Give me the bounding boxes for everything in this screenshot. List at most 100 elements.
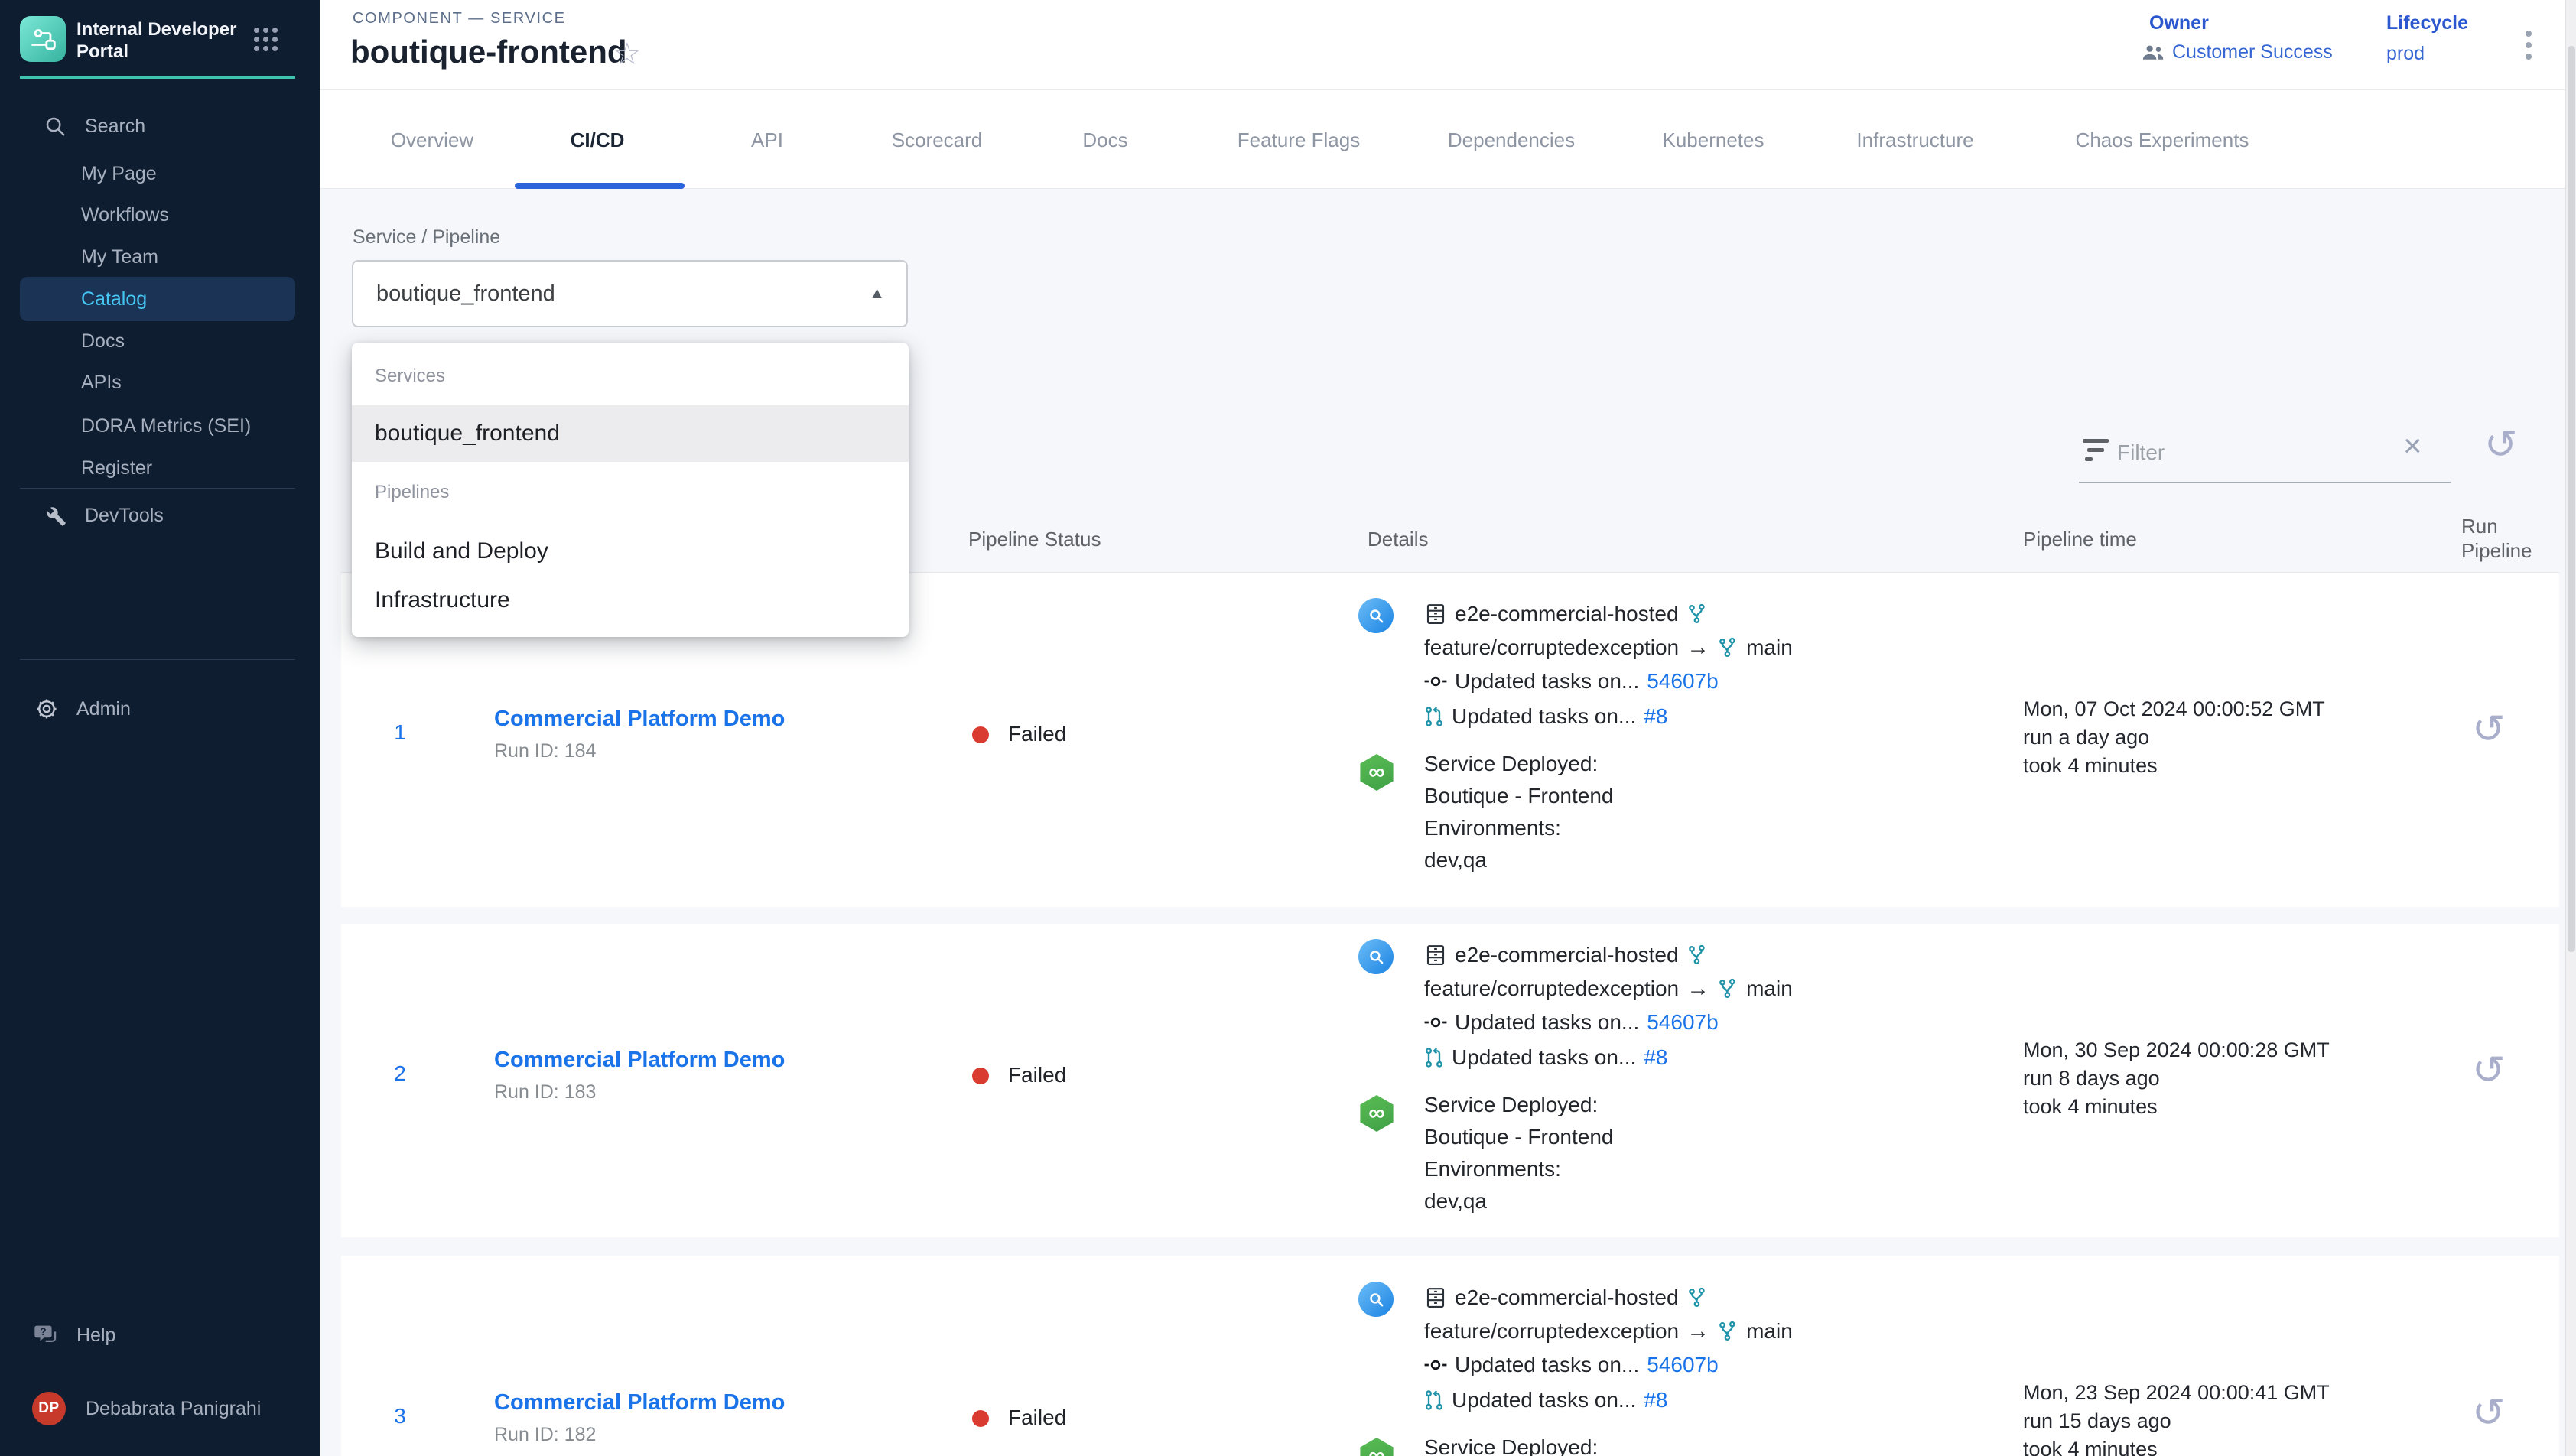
- sidebar-item-help[interactable]: ? Help: [0, 1315, 320, 1356]
- page-title: boutique-frontend: [350, 34, 627, 70]
- search-icon: [42, 115, 68, 138]
- lifecycle-label: Lifecycle: [2386, 12, 2468, 34]
- user-avatar: DP: [32, 1392, 66, 1425]
- repo-name: e2e-commercial-hosted: [1455, 1285, 1679, 1310]
- sidebar-item-register[interactable]: Register: [0, 447, 320, 489]
- sidebar-item-label: My Page: [81, 163, 157, 185]
- dropdown-option-infrastructure[interactable]: Infrastructure: [352, 581, 909, 619]
- pr-message: Updated tasks on...: [1452, 1388, 1636, 1412]
- sidebar-item-label: Workflows: [81, 204, 169, 226]
- tab-docs[interactable]: Docs: [1082, 128, 1127, 152]
- sidebar-item-workflows[interactable]: Workflows: [0, 194, 320, 236]
- tab-scorecard[interactable]: Scorecard: [892, 128, 983, 152]
- sidebar: Internal Developer Portal Search My Page…: [0, 0, 320, 1456]
- lifecycle-value-wrap: prod: [2386, 43, 2425, 65]
- branch-icon: [1686, 1287, 1708, 1308]
- sidebar-item-label: Search: [85, 115, 145, 138]
- sidebar-item-apis[interactable]: APIs: [0, 362, 320, 403]
- run-number: 3: [382, 1404, 418, 1428]
- owner-link[interactable]: Customer Success: [2142, 41, 2333, 63]
- service-pipeline-dropdown: Services boutique_frontend Pipelines Bui…: [352, 343, 909, 637]
- dropdown-group-services: Services: [375, 366, 445, 387]
- screen: Internal Developer Portal Search My Page…: [0, 0, 2576, 1456]
- service-pipeline-select[interactable]: boutique_frontend ▲: [352, 260, 908, 327]
- tab-chaos-experiments[interactable]: Chaos Experiments: [2076, 128, 2249, 152]
- commit-message: Updated tasks on...: [1455, 1353, 1639, 1377]
- dropdown-group-pipelines: Pipelines: [375, 482, 449, 503]
- owner-value: Customer Success: [2172, 41, 2333, 63]
- rerun-pipeline-button[interactable]: ↺: [2472, 1393, 2506, 1433]
- sidebar-item-label: DORA Metrics (SEI): [81, 415, 251, 437]
- sidebar-item-devtools[interactable]: DevTools: [0, 495, 320, 536]
- status-failed-dot: [972, 1410, 989, 1427]
- active-tab-underline: [515, 183, 685, 189]
- tab-api[interactable]: API: [751, 128, 783, 152]
- favorite-star-icon[interactable]: ☆: [613, 37, 641, 72]
- scrollbar-thumb[interactable]: [2568, 46, 2575, 952]
- tab-dependencies[interactable]: Dependencies: [1448, 128, 1575, 152]
- select-value: boutique_frontend: [376, 281, 555, 307]
- lifecycle-value: prod: [2386, 43, 2425, 65]
- caret-up-icon: ▲: [869, 284, 885, 303]
- pull-request-icon: [1424, 1389, 1444, 1411]
- branch-icon: [1717, 1321, 1738, 1342]
- dropdown-option-build-and-deploy[interactable]: Build and Deploy: [352, 532, 909, 570]
- sidebar-item-admin[interactable]: Admin: [0, 688, 320, 730]
- help-chat-icon: ?: [34, 1322, 60, 1348]
- wrench-icon: [42, 504, 68, 527]
- sidebar-item-label: Admin: [76, 698, 131, 720]
- status-label: Failed: [1008, 1406, 1066, 1430]
- row-3-content: 3 Commercial Platform Demo Run ID: 182 F…: [0, 0, 2576, 1456]
- sidebar-item-label: Catalog: [81, 288, 147, 310]
- vertical-scrollbar[interactable]: [2565, 0, 2576, 1456]
- sidebar-item-label: My Team: [81, 246, 158, 268]
- commit-sha-link[interactable]: 54607b: [1647, 1353, 1718, 1377]
- apps-grid-icon[interactable]: [254, 28, 278, 51]
- tab-overview[interactable]: Overview: [391, 128, 473, 152]
- sidebar-divider: [20, 659, 295, 660]
- sidebar-item-search[interactable]: Search: [0, 106, 320, 147]
- more-options-kebab-icon[interactable]: [2522, 28, 2535, 63]
- user-name: Debabrata Panigrahi: [86, 1398, 261, 1420]
- sidebar-item-label: Register: [81, 457, 152, 479]
- tab-cicd[interactable]: CI/CD: [571, 128, 625, 152]
- run-time-took: took 4 minutes: [2023, 1438, 2158, 1456]
- sidebar-item-label: Help: [76, 1324, 115, 1347]
- sidebar-divider: [20, 488, 295, 489]
- deployed-label: Service Deployed:: [1424, 1433, 1598, 1456]
- pipeline-name-link[interactable]: Commercial Platform Demo: [494, 1390, 785, 1415]
- sidebar-item-label: Docs: [81, 330, 125, 353]
- infinity-glyph: ∞: [1368, 1443, 1384, 1456]
- pr-number-link[interactable]: #8: [1644, 1388, 1667, 1412]
- sidebar-item-catalog[interactable]: Catalog: [20, 277, 295, 321]
- gear-icon: [34, 697, 60, 721]
- cd-stage-icon: ∞: [1358, 1438, 1395, 1456]
- sidebar-item-label: DevTools: [85, 505, 164, 527]
- app-title: Internal Developer Portal: [76, 18, 249, 63]
- breadcrumb: COMPONENT — SERVICE: [353, 10, 566, 28]
- tab-feature-flags[interactable]: Feature Flags: [1238, 128, 1360, 152]
- svg-text:?: ?: [40, 1326, 46, 1337]
- sidebar-item-label: APIs: [81, 372, 122, 394]
- repository-icon: [1424, 1286, 1447, 1309]
- tab-infrastructure[interactable]: Infrastructure: [1856, 128, 1973, 152]
- people-icon: [2142, 44, 2165, 62]
- commit-icon: [1424, 1355, 1447, 1375]
- target-branch: main: [1746, 1319, 1793, 1344]
- ci-stage-icon: [1358, 1282, 1394, 1317]
- header-divider: [320, 89, 2565, 90]
- user-menu[interactable]: DP Debabrata Panigrahi: [0, 1388, 320, 1429]
- owner-label: Owner: [2149, 12, 2209, 34]
- sidebar-accent-divider: [20, 76, 295, 79]
- sidebar-item-dora-metrics[interactable]: DORA Metrics (SEI): [0, 405, 320, 447]
- sidebar-item-my-page[interactable]: My Page: [0, 153, 320, 194]
- sidebar-item-my-team[interactable]: My Team: [0, 236, 320, 278]
- arrow-right-icon: →: [1686, 1318, 1709, 1344]
- app-logo-icon[interactable]: [20, 16, 66, 62]
- sidebar-item-docs[interactable]: Docs: [0, 320, 320, 362]
- run-id: Run ID: 182: [494, 1424, 596, 1446]
- dropdown-option-boutique-frontend[interactable]: boutique_frontend: [352, 405, 909, 462]
- tab-kubernetes[interactable]: Kubernetes: [1663, 128, 1764, 152]
- run-time-ago: run 15 days ago: [2023, 1409, 2171, 1433]
- run-time-gmt: Mon, 23 Sep 2024 00:00:41 GMT: [2023, 1381, 2330, 1405]
